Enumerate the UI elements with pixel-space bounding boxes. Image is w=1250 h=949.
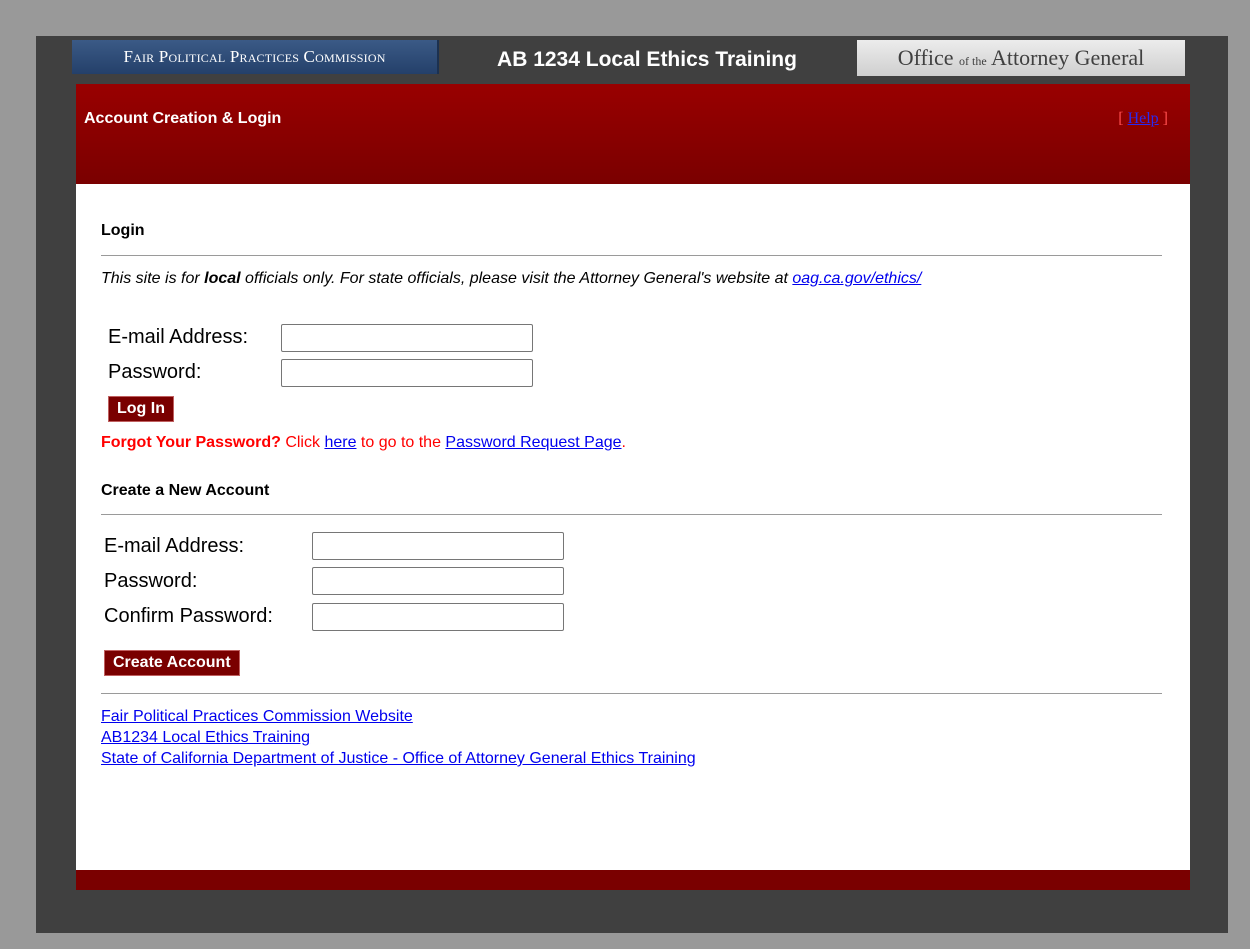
footer-links: Fair Political Practices Commission Webs… [101, 706, 696, 769]
oag-logo-office: Office [897, 45, 954, 70]
create-email-label: E-mail Address: [104, 535, 245, 557]
login-email-label: E-mail Address: [108, 326, 249, 348]
page-banner: Account Creation & Login [ Help ] [76, 84, 1190, 184]
create-password-input[interactable] [312, 567, 564, 595]
login-password-label: Password: [108, 361, 202, 383]
note-text-mid: officials only. For state officials, ple… [240, 270, 793, 287]
login-password-input[interactable] [281, 359, 533, 387]
forgot-text-3: . [621, 434, 626, 451]
help-bracket-close: ] [1158, 110, 1168, 127]
password-request-page-link[interactable]: Password Request Page [445, 434, 621, 451]
confirm-password-label: Confirm Password: [104, 605, 273, 627]
local-officials-note: This site is for local officials only. F… [101, 270, 921, 288]
create-email-input[interactable] [312, 532, 564, 560]
create-password-label: Password: [104, 570, 198, 592]
oag-ethics-link[interactable]: oag.ca.gov/ethics/ [792, 270, 921, 287]
create-account-heading: Create a New Account [101, 482, 270, 499]
create-account-button[interactable]: Create Account [104, 650, 240, 676]
oag-logo[interactable]: Office of the Attorney General [857, 40, 1185, 76]
forgot-text-1: Click [280, 434, 325, 451]
footer-bar [76, 870, 1190, 890]
page-title: Account Creation & Login [84, 110, 282, 127]
forgot-here-link[interactable]: here [324, 434, 356, 451]
login-button[interactable]: Log In [108, 396, 174, 422]
ab1234-training-link[interactable]: AB1234 Local Ethics Training [101, 727, 696, 748]
fppc-website-link[interactable]: Fair Political Practices Commission Webs… [101, 706, 696, 727]
login-heading: Login [101, 222, 145, 239]
forgot-password-label: Forgot Your Password? [101, 434, 281, 451]
doj-oag-ethics-link[interactable]: State of California Department of Justic… [101, 748, 696, 769]
note-text-pre: This site is for [101, 270, 205, 287]
forgot-text-2: to go to the [356, 434, 446, 451]
footer-links-divider [101, 693, 1162, 694]
site-title: AB 1234 Local Ethics Training [497, 48, 797, 71]
help-link[interactable]: Help [1128, 110, 1159, 127]
oag-logo-of-the: of the [959, 54, 987, 68]
help-link-wrapper: [ Help ] [1118, 110, 1168, 128]
oag-logo-attorney-general: Attorney General [990, 45, 1145, 70]
main-content: Login This site is for local officials o… [76, 184, 1190, 870]
confirm-password-input[interactable] [312, 603, 564, 631]
login-email-input[interactable] [281, 324, 533, 352]
create-account-divider [101, 514, 1162, 515]
forgot-password-line: Forgot Your Password? Click here to go t… [101, 434, 626, 452]
login-divider [101, 255, 1162, 256]
fppc-logo[interactable]: Fair Political Practices Commission [72, 40, 439, 74]
help-bracket-open: [ [1118, 110, 1128, 127]
note-text-bold: local [204, 270, 241, 287]
